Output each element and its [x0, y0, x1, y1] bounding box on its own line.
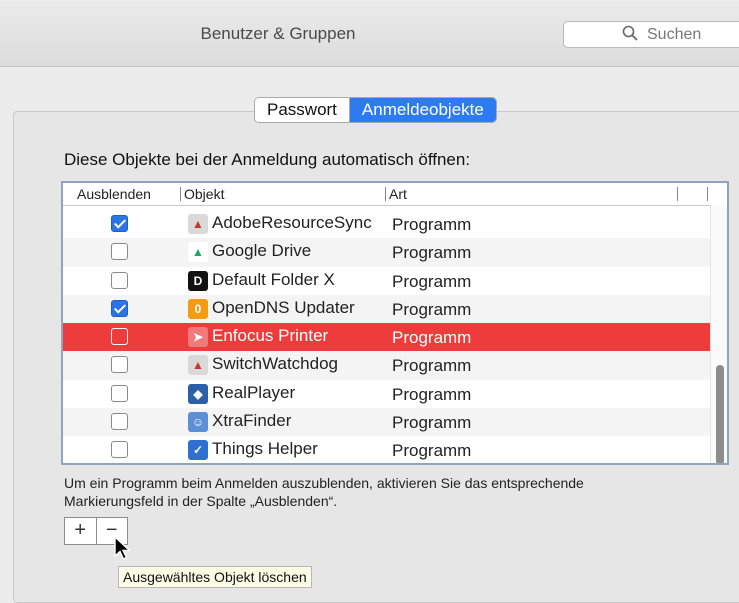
help-text: Um ein Programm beim Anmelden auszublend… [64, 474, 724, 510]
object-name: Google Drive [212, 241, 312, 261]
section-heading: Diese Objekte bei der Anmeldung automati… [64, 150, 471, 169]
table-header: Ausblenden Objekt Art [63, 183, 727, 206]
column-separator [180, 187, 181, 201]
mouse-pointer-icon [114, 536, 132, 560]
object-name: AdobeResourceSync [212, 213, 372, 232]
table-body: ▲ AdobeResourceSync Programm ▲ Google Drive P… [63, 210, 713, 463]
search-placeholder: Suchen [647, 26, 702, 43]
help-text-line: Markierungsfeld in der Spalte „Ausblende… [64, 493, 338, 509]
hide-checkbox[interactable] [111, 356, 128, 374]
google-drive-icon: ▲ [188, 242, 208, 263]
column-header-kind[interactable]: Art [389, 186, 407, 202]
column-separator [707, 187, 708, 201]
object-name: SwitchWatchdog [212, 354, 338, 374]
column-header-object[interactable]: Objekt [184, 186, 224, 202]
hide-checkbox[interactable] [111, 413, 128, 431]
default-folder-icon: D [188, 270, 208, 291]
column-header-hide[interactable]: Ausblenden [77, 186, 151, 202]
table-row[interactable]: ▲ AdobeResourceSync Programm [63, 210, 713, 238]
column-separator [385, 187, 386, 201]
hide-checkbox[interactable] [111, 441, 128, 459]
object-kind: Programm [392, 215, 472, 234]
object-name: XtraFinder [212, 411, 292, 431]
object-kind: Programm [392, 299, 472, 319]
table-row[interactable]: ▲ Google Drive Programm [63, 238, 713, 267]
object-kind: Programm [392, 328, 472, 348]
object-name: Default Folder X [212, 269, 335, 289]
hide-checkbox[interactable] [111, 384, 128, 402]
tab-anmeldeobjekte[interactable]: Anmeldeobjekte [349, 98, 496, 122]
object-kind: Programm [392, 243, 472, 263]
scrollbar-thumb[interactable] [716, 365, 724, 463]
object-kind: Programm [392, 413, 472, 433]
hide-checkbox[interactable] [111, 271, 128, 289]
enfocus-icon: ➤ [188, 327, 208, 348]
object-name: Things Helper [212, 439, 318, 459]
table-row[interactable]: ▲ SwitchWatchdog Programm [63, 351, 713, 380]
object-kind: Programm [392, 356, 472, 376]
tab-passwort[interactable]: Passwort [255, 98, 350, 122]
table-row[interactable]: ✓ Things Helper Programm [63, 436, 713, 463]
realplayer-icon: ◆ [188, 383, 208, 404]
table-row[interactable]: ◆ RealPlayer Programm [63, 380, 713, 408]
table-row[interactable]: 0 OpenDNS Updater Programm [63, 294, 713, 324]
adobe-sync-icon: ▲ [188, 214, 208, 234]
window-title: Benutzer & Gruppen [200, 24, 356, 43]
add-button[interactable]: + [65, 518, 97, 544]
column-separator [677, 187, 678, 201]
tab-control: Passwort Anmeldeobjekte [254, 97, 497, 123]
table-row[interactable]: ➤ Enfocus Printer Programm [63, 323, 713, 352]
hide-checkbox[interactable] [111, 215, 128, 232]
hide-checkbox[interactable] [111, 243, 128, 261]
search-field[interactable]: Suchen [563, 21, 739, 48]
opendns-icon: 0 [188, 298, 208, 319]
scrollbar[interactable] [710, 205, 727, 463]
object-name: RealPlayer [212, 382, 296, 402]
object-kind: Programm [392, 271, 472, 291]
object-name: Enfocus Printer [212, 326, 329, 346]
hide-checkbox[interactable] [111, 299, 128, 317]
object-kind: Programm [392, 384, 472, 404]
xtrafinder-icon: ☺ [188, 412, 208, 433]
tooltip: Ausgewähltes Objekt löschen [118, 566, 312, 588]
table-row[interactable]: D Default Folder X Programm [63, 267, 713, 295]
hide-checkbox[interactable] [111, 328, 128, 346]
object-name: OpenDNS Updater [212, 297, 355, 317]
table-row[interactable]: ☺ XtraFinder Programm [63, 408, 713, 437]
toolbar: Benutzer & Gruppen Suchen [0, 0, 739, 67]
object-kind: Programm [392, 441, 472, 461]
help-text-line: Um ein Programm beim Anmelden auszublend… [64, 475, 584, 491]
switch-watchdog-icon: ▲ [188, 355, 208, 376]
search-icon [622, 25, 638, 41]
things-icon: ✓ [188, 440, 208, 461]
login-items-table: Ausblenden Objekt Art ▲ AdobeResourceSync… [61, 181, 729, 465]
